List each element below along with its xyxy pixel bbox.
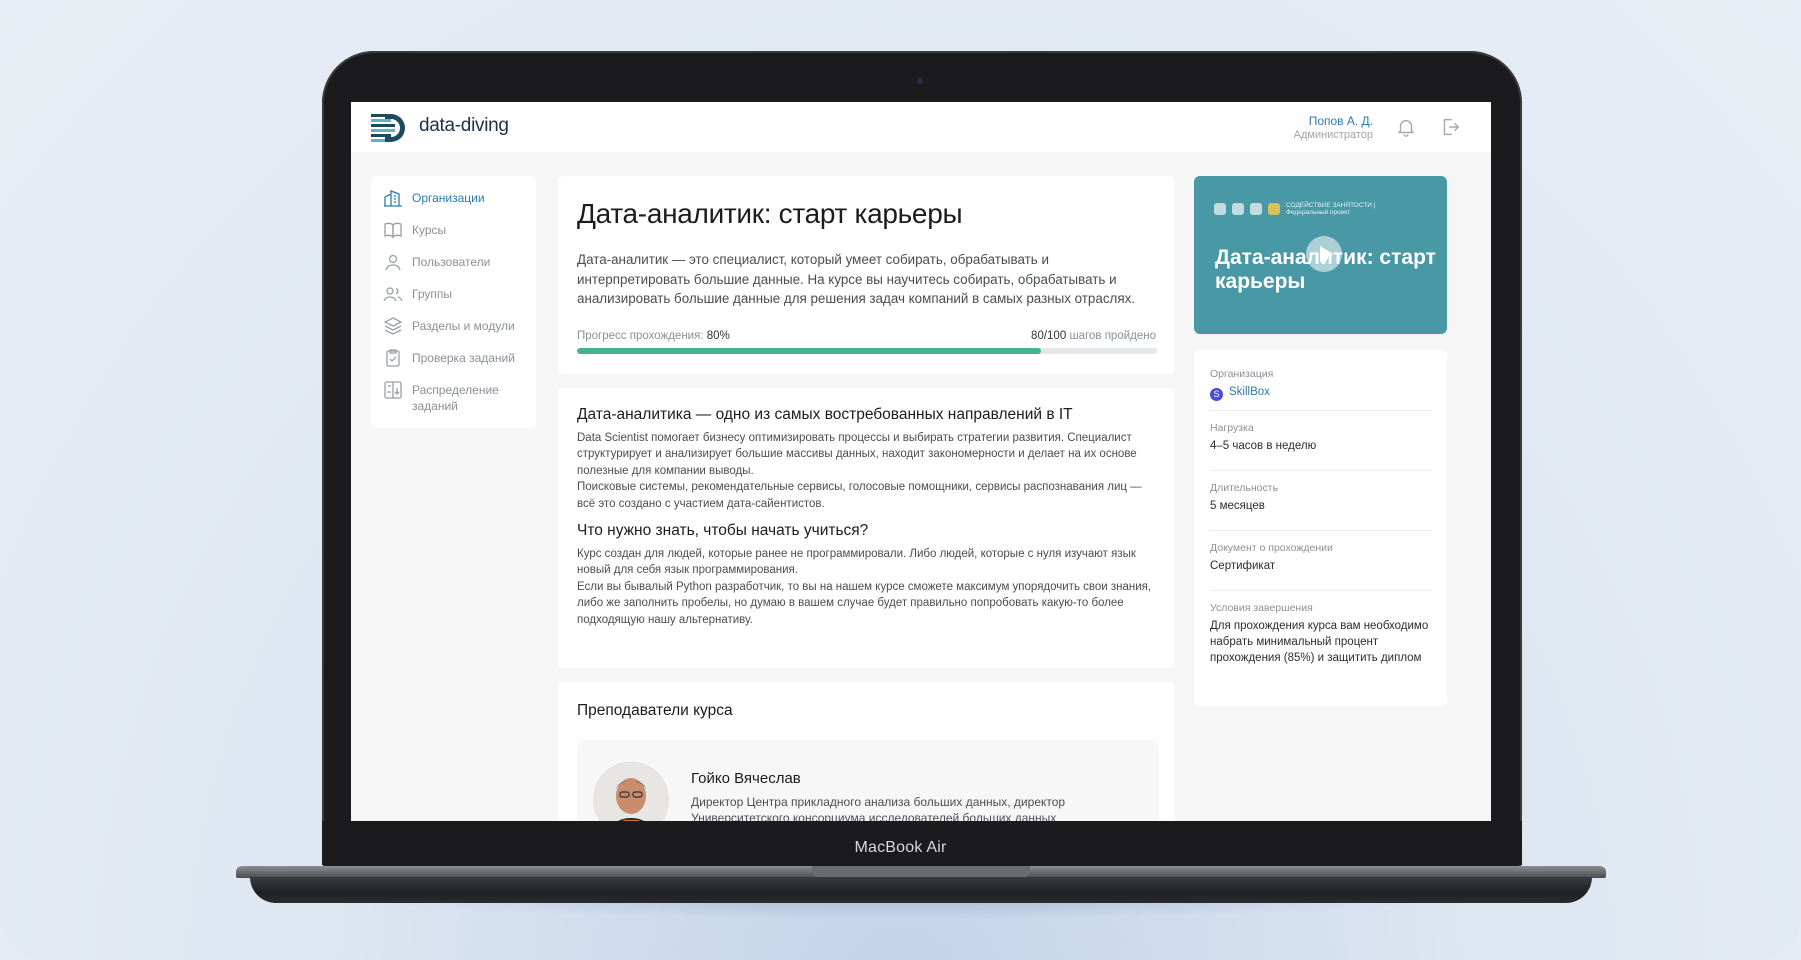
info-label: Условия завершения	[1210, 602, 1313, 614]
teachers-heading: Преподаватели курса	[577, 702, 733, 719]
partner-logos: СОДЕЙСТВИЕ ЗАНЯТОСТИ | Федеральный проек…	[1214, 202, 1376, 216]
divider	[1210, 590, 1432, 591]
logo-icon[interactable]	[371, 114, 409, 142]
play-button[interactable]	[1306, 236, 1342, 272]
background: data-diving Попов А. Д. Администратор Ор…	[0, 0, 1801, 960]
emblem-icon	[1232, 203, 1244, 215]
info-label: Документ о прохождении	[1210, 542, 1333, 554]
logo-text[interactable]: data-diving	[419, 115, 509, 137]
document-value: Сертификат	[1210, 560, 1276, 572]
sidebar-item-groups[interactable]: Группы	[383, 284, 452, 310]
info-label: Длительность	[1210, 482, 1279, 494]
teachers-card: Преподаватели курса Гойко Вячеслав Дирек…	[558, 682, 1175, 821]
sidebar-item-label: Курсы	[412, 223, 447, 237]
sidebar: Организации Курсы Пользователи Группы Ра…	[371, 176, 536, 428]
progress-bar	[577, 348, 1157, 354]
progress-bar-fill	[577, 348, 1041, 354]
sidebar-item-organizations[interactable]: Организации	[383, 188, 485, 214]
course-video[interactable]: СОДЕЙСТВИЕ ЗАНЯТОСТИ | Федеральный проек…	[1194, 176, 1447, 334]
requirements-paragraph: Курс создан для людей, которые ранее не …	[577, 546, 1162, 628]
sidebar-item-users[interactable]: Пользователи	[383, 252, 490, 278]
progress-label: Прогресс прохождения: 80%	[577, 330, 730, 342]
laptop-base-bottom	[250, 877, 1592, 903]
about-text-1: Data Scientist помогает бизнесу оптимизи…	[577, 432, 1137, 477]
logout-icon[interactable]	[1439, 116, 1461, 138]
top-bar: data-diving Попов А. Д. Администратор	[351, 102, 1491, 152]
user-role: Администратор	[1293, 129, 1373, 141]
steps-value: 80/100	[1031, 330, 1067, 342]
video-banner-caption: СОДЕЙСТВИЕ ЗАНЯТОСТИ | Федеральный проек…	[1286, 202, 1376, 216]
sidebar-item-label: Распределение заданий	[412, 383, 499, 413]
skillbox-logo-icon: S	[1210, 388, 1223, 401]
logo-icon	[1250, 203, 1262, 215]
about-paragraph: Data Scientist помогает бизнесу оптимизи…	[577, 430, 1162, 512]
completion-conditions-value: Для прохождения курса вам необходимо наб…	[1210, 620, 1429, 664]
users-icon	[383, 287, 403, 302]
course-title: Дата-аналитик: старт карьеры	[577, 198, 963, 229]
load-value: 4–5 часов в неделю	[1210, 440, 1317, 452]
requirements-heading: Что нужно знать, чтобы начать учиться?	[577, 522, 869, 539]
requirements-text-2: Если вы бывалый Python разработчик, то в…	[577, 580, 1152, 626]
progress-label-text: Прогресс прохождения:	[577, 330, 704, 342]
about-heading: Дата-аналитика — одно из самых востребов…	[577, 406, 1073, 423]
info-label: Организация	[1210, 368, 1274, 380]
organization-link[interactable]: SkillBox	[1229, 386, 1270, 398]
steps-label: 80/100 шагов пройдено	[1031, 330, 1156, 342]
steps-label-text: шагов пройдено	[1069, 330, 1156, 342]
user-name[interactable]: Попов А. Д.	[1309, 114, 1373, 128]
teacher-photo	[593, 762, 669, 821]
divider	[1210, 410, 1432, 411]
organization-value[interactable]: S SkillBox	[1210, 384, 1430, 401]
sidebar-item-label: Разделы и модули	[412, 319, 515, 333]
course-about-card: Дата-аналитика — одно из самых востребов…	[558, 388, 1175, 668]
sidebar-item-label: Организации	[412, 191, 485, 205]
sidebar-item-label: Проверка заданий	[412, 351, 515, 365]
logo-icon	[1268, 203, 1280, 215]
course-info-card: Организация S SkillBox Нагрузка 4–5 часов…	[1194, 350, 1447, 706]
logo-icon	[1214, 203, 1226, 215]
sidebar-item-courses[interactable]: Курсы	[383, 220, 446, 246]
divider	[1210, 530, 1432, 531]
info-label: Нагрузка	[1210, 422, 1254, 434]
app-screen: data-diving Попов А. Д. Администратор Ор…	[351, 102, 1491, 821]
sidebar-item-distribution[interactable]: Распределение заданий	[383, 380, 512, 414]
progress-value: 80%	[706, 330, 730, 342]
duration-value: 5 месяцев	[1210, 500, 1265, 512]
bell-icon[interactable]	[1395, 116, 1417, 138]
camera	[917, 78, 923, 84]
teacher-card[interactable]: Гойко Вячеслав Директор Центра прикладно…	[577, 740, 1159, 821]
requirements-text-1: Курс создан для людей, которые ранее не …	[577, 548, 1136, 577]
layers-icon	[383, 317, 403, 335]
teacher-role: Директор Центра прикладного анализа боль…	[691, 795, 1066, 821]
device-label: MacBook Air	[854, 839, 947, 856]
course-description: Дата-аналитик — это специалист, который …	[577, 252, 1135, 306]
about-text-2: Поисковые системы, рекомендательные серв…	[577, 481, 1142, 510]
course-header-card: Дата-аналитик: старт карьеры Дата-аналит…	[558, 176, 1175, 374]
laptop-hinge-notch	[812, 866, 1030, 877]
clipboard-check-icon	[386, 349, 400, 367]
user-icon	[385, 254, 401, 271]
sidebar-item-sections[interactable]: Разделы и модули	[383, 316, 515, 342]
divider	[1210, 470, 1432, 471]
distribute-icon	[384, 381, 402, 399]
avatar	[593, 762, 669, 821]
book-icon	[384, 222, 402, 239]
sidebar-item-label: Пользователи	[412, 255, 491, 269]
sidebar-item-review[interactable]: Проверка заданий	[383, 348, 515, 374]
buildings-icon	[384, 190, 402, 207]
teacher-name: Гойко Вячеслав	[691, 770, 801, 787]
sidebar-item-label: Группы	[412, 287, 452, 301]
